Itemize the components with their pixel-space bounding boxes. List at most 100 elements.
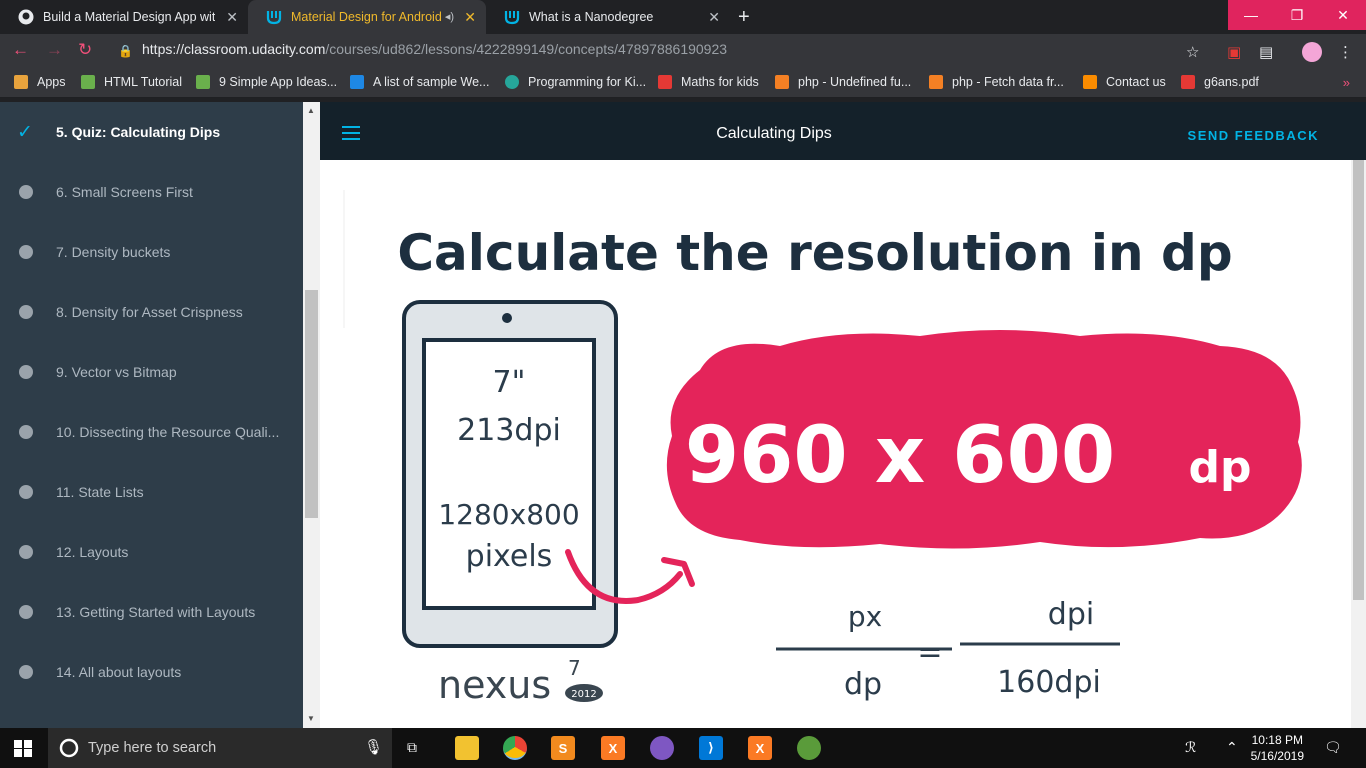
back-arrow-icon[interactable]: ← <box>12 40 29 60</box>
tab-what-is-nanodegree[interactable]: What is a Nanodegree ✕ <box>486 0 730 34</box>
sidebar-item-label: 7. Density buckets <box>56 244 171 260</box>
bookmark-apps[interactable]: Apps <box>14 75 66 89</box>
nexus-brand: nexus <box>438 663 551 707</box>
checkmark-icon: ✓ <box>17 121 33 143</box>
chevron-right-icon[interactable]: » <box>1343 75 1350 90</box>
apps-grid-icon <box>14 75 28 89</box>
address-bar[interactable]: https://classroom.udacity.com/courses/ud… <box>142 41 727 57</box>
avatar[interactable] <box>1302 42 1322 62</box>
github-icon <box>18 9 34 25</box>
windows-start-icon[interactable] <box>14 740 32 757</box>
xampp-icon[interactable]: X <box>748 736 772 760</box>
incomplete-dot-icon <box>19 245 33 259</box>
task-view-icon[interactable]: ⧉ <box>407 739 417 756</box>
close-icon[interactable]: ✕ <box>226 9 238 26</box>
tab-build-material-app[interactable]: Build a Material Design App with ✕ <box>0 0 248 34</box>
sidebar-item-getting-started-layouts[interactable]: 13. Getting Started with Layouts <box>0 582 303 642</box>
content-scrollbar[interactable] <box>1351 160 1366 728</box>
pdf-icon <box>1181 75 1195 89</box>
scrollbar-thumb[interactable] <box>305 290 318 518</box>
minimize-button[interactable]: — <box>1228 0 1274 30</box>
reload-icon[interactable]: ↻ <box>78 40 92 60</box>
sidebar-item-layouts[interactable]: 12. Layouts <box>0 522 303 582</box>
sidebar-scrollbar[interactable]: ▲ ▼ <box>303 102 320 728</box>
scroll-up-icon[interactable]: ▲ <box>307 106 315 115</box>
bookmark-php-undefined[interactable]: php - Undefined fu... <box>775 75 911 89</box>
github-desktop-icon[interactable] <box>650 736 674 760</box>
system-clock[interactable]: 10:18 PM 5/16/2019 <box>1251 732 1304 764</box>
incomplete-dot-icon <box>19 665 33 679</box>
close-icon[interactable]: ✕ <box>464 9 476 26</box>
android-studio-icon[interactable] <box>797 736 821 760</box>
bookmark-programming-kids[interactable]: Programming for Ki... <box>505 75 646 89</box>
close-icon[interactable]: ✕ <box>708 9 720 26</box>
bookmark-html-tutorial[interactable]: HTML Tutorial <box>81 75 182 89</box>
tab-strip: Build a Material Design App with ✕ Mater… <box>0 0 1366 34</box>
bookmarks-bar: Apps HTML Tutorial 9 Simple App Ideas...… <box>0 70 1366 98</box>
speaker-icon[interactable]: ◂) <box>445 10 454 23</box>
bookmark-contact-us[interactable]: Contact us <box>1083 75 1166 89</box>
sidebar-item-density-buckets[interactable]: 7. Density buckets <box>0 222 303 282</box>
sidebar-item-small-screens[interactable]: 6. Small Screens First <box>0 162 303 222</box>
pdf-extension-icon[interactable]: ▣ <box>1227 43 1241 61</box>
sidebar-item-label: 6. Small Screens First <box>56 184 193 200</box>
udacity-icon <box>266 11 282 25</box>
tab-material-design-android[interactable]: Material Design for Android ◂) ✕ <box>248 0 486 34</box>
incomplete-dot-icon <box>19 365 33 379</box>
windows-taskbar: Type here to search 🎙 ⧉ S X ⟩ X ℛ ⌃ 10:1… <box>0 728 1366 768</box>
stackoverflow-icon <box>775 75 789 89</box>
sublime-text-icon[interactable]: S <box>551 736 575 760</box>
bookmark-icon <box>196 75 210 89</box>
udacity-icon <box>504 11 520 25</box>
w3-icon <box>81 75 95 89</box>
formula-left-numerator: px <box>848 600 882 633</box>
tab-title: Build a Material Design App with <box>43 10 215 24</box>
device-resolution: 1280x800 <box>438 498 579 531</box>
notification-icon[interactable]: 🗨 <box>1324 739 1342 756</box>
forward-arrow-icon[interactable]: → <box>46 40 63 60</box>
document-extension-icon[interactable]: ▤ <box>1259 43 1273 61</box>
sidebar-item-label: 5. Quiz: Calculating Dips <box>56 124 221 140</box>
send-feedback-button[interactable]: SEND FEEDBACK <box>1188 128 1319 143</box>
lock-icon: 🔒 <box>118 44 133 58</box>
menu-dots-icon[interactable]: ⋮ <box>1338 43 1353 61</box>
sidebar-item-all-about-layouts[interactable]: 14. All about layouts <box>0 642 303 702</box>
scrollbar-thumb[interactable] <box>1353 160 1364 600</box>
tab-title: What is a Nanodegree <box>529 10 654 24</box>
lesson-header: Calculating Dips SEND FEEDBACK <box>320 102 1366 160</box>
bookmark-php-fetch[interactable]: php - Fetch data fr... <box>929 75 1064 89</box>
star-icon[interactable]: ☆ <box>1186 43 1199 61</box>
close-window-button[interactable]: ✕ <box>1320 0 1366 30</box>
device-size: 7" <box>493 365 526 400</box>
incomplete-dot-icon <box>19 605 33 619</box>
sidebar-item-label: 12. Layouts <box>56 544 129 560</box>
scroll-down-icon[interactable]: ▼ <box>307 714 315 723</box>
sidebar-item-state-lists[interactable]: 11. State Lists <box>0 462 303 522</box>
restore-button[interactable]: ❐ <box>1274 0 1320 30</box>
people-icon[interactable]: ℛ <box>1185 739 1196 756</box>
chevron-up-icon[interactable]: ⌃ <box>1226 739 1238 756</box>
result-value: 960 x 600 <box>685 411 1115 501</box>
microphone-icon[interactable]: 🎙 <box>364 738 383 756</box>
xampp-icon[interactable]: X <box>601 736 625 760</box>
sidebar-item-resource-qualifiers[interactable]: 10. Dissecting the Resource Quali... <box>0 402 303 462</box>
new-tab-button[interactable]: + <box>738 6 750 29</box>
bookmark-app-ideas[interactable]: 9 Simple App Ideas... <box>196 75 337 89</box>
sidebar-item-density-asset[interactable]: 8. Density for Asset Crispness <box>0 282 303 342</box>
sidebar-item-label: 13. Getting Started with Layouts <box>56 604 256 620</box>
bookmark-sample-web[interactable]: A list of sample We... <box>350 75 489 89</box>
chrome-icon[interactable] <box>503 736 527 760</box>
clock-time: 10:18 PM <box>1251 733 1303 747</box>
file-explorer-icon[interactable] <box>455 736 479 760</box>
lesson-sidebar: ✓ 5. Quiz: Calculating Dips 6. Small Scre… <box>0 102 303 728</box>
vscode-icon[interactable]: ⟩ <box>699 736 723 760</box>
bookmark-maths-kids[interactable]: Maths for kids <box>658 75 759 89</box>
tab-title: Material Design for Android <box>291 10 441 24</box>
result-unit: dp <box>1189 442 1252 493</box>
sidebar-item-vector-bitmap[interactable]: 9. Vector vs Bitmap <box>0 342 303 402</box>
bookmark-g6ans[interactable]: g6ans.pdf <box>1181 75 1259 89</box>
sidebar-item-quiz-calculating-dips[interactable]: ✓ 5. Quiz: Calculating Dips <box>0 102 303 162</box>
taskbar-search[interactable]: Type here to search 🎙 <box>48 728 392 768</box>
sidebar-item-label: 11. State Lists <box>56 484 144 500</box>
lesson-content: Calculate the resolution in dp 7" 213dpi… <box>320 160 1351 728</box>
